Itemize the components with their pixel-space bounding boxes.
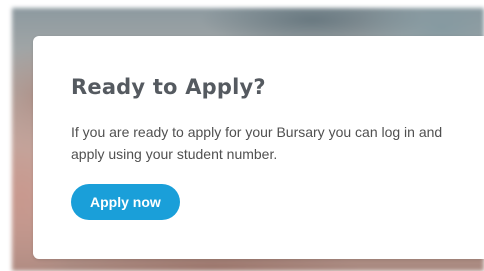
apply-card: Ready to Apply? If you are ready to appl… — [33, 36, 484, 259]
card-description: If you are ready to apply for your Bursa… — [71, 124, 443, 162]
page: Ready to Apply? If you are ready to appl… — [0, 0, 484, 271]
card-title: Ready to Apply? — [71, 75, 266, 99]
apply-now-button[interactable]: Apply now — [71, 184, 180, 220]
